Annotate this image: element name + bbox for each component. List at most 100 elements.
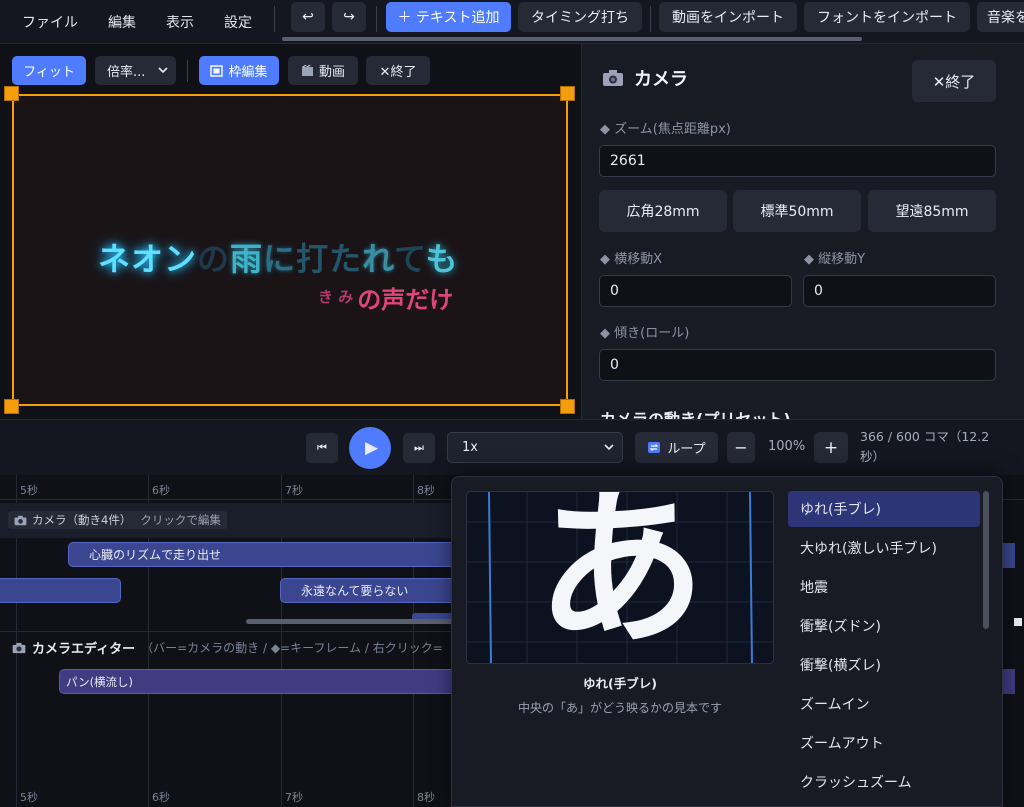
preset-item[interactable]: 衝撃(横ズレ): [788, 647, 980, 683]
roll-field[interactable]: 0: [599, 349, 996, 381]
import-video-button[interactable]: 動画をインポート: [659, 2, 797, 32]
camera-editor-hint: （バー=カメラの動き / ◆=キーフレーム / 右クリック=: [141, 641, 443, 655]
fit-button[interactable]: フィット: [12, 56, 86, 85]
play-button[interactable]: ▶: [349, 427, 391, 469]
menu-file[interactable]: ファイル: [22, 12, 78, 32]
film-icon: [301, 64, 313, 76]
resize-handle-bottom-right[interactable]: [560, 399, 575, 414]
add-text-button[interactable]: ＋ テキスト追加: [386, 2, 511, 32]
ruler-label: 6秒: [152, 484, 170, 497]
camera-close-button[interactable]: ✕終了: [912, 60, 996, 102]
zoom-label: ◆ ズーム(焦点距離px): [600, 118, 731, 137]
preset-preview: あ: [466, 491, 774, 664]
camera-preset-popup: あ ゆれ(手ブレ) 中央の「あ」がどう映るかの見本です ゆれ(手ブレ) 大ゆれ(…: [451, 476, 1003, 807]
pan-y-label: ◆ 縦移動Y: [804, 248, 865, 267]
resize-handle-top-right[interactable]: [560, 86, 575, 101]
preset-item[interactable]: 衝撃(ズドン): [788, 608, 980, 644]
lyric-line-main: ネオンの雨に打たれても: [98, 234, 459, 280]
chevron-down-icon: [158, 67, 168, 74]
camera-panel: カメラ ✕終了 ◆ ズーム(焦点距離px) 2661 広角28mm 標準50mm…: [581, 44, 1024, 419]
zoom-out-button[interactable]: −: [727, 432, 755, 463]
preview-caption: 中央の「あ」がどう映るかの見本です: [517, 701, 722, 715]
speed-select[interactable]: 1x: [447, 432, 623, 463]
lyric-segment: て: [394, 240, 426, 278]
camera-icon: [12, 642, 26, 653]
skip-forward-icon: ⏭: [414, 441, 424, 454]
ruler-label: 8秒: [417, 484, 435, 497]
redo-icon: ↪: [343, 9, 355, 25]
lens-standard-button[interactable]: 標準50mm: [733, 190, 861, 232]
camera-track-label: カメラ（動き4件）: [32, 513, 132, 527]
import-music-button[interactable]: 音楽を: [977, 2, 1024, 32]
lens-tele-button[interactable]: 望遠85mm: [868, 190, 996, 232]
redo-button[interactable]: ↪: [332, 2, 366, 32]
undo-button[interactable]: ↩: [291, 2, 325, 32]
skip-back-icon: ⏮: [317, 441, 327, 454]
preset-item[interactable]: ズームアウト: [788, 725, 980, 761]
lyric-segment: も: [425, 240, 459, 278]
camera-panel-title: カメラ: [634, 69, 688, 90]
preset-item[interactable]: 大ゆれ(激しい手ブレ): [788, 530, 980, 566]
frame-counter: 366 / 600 コマ（12.2秒）: [860, 429, 990, 464]
menu-settings[interactable]: 設定: [224, 12, 252, 32]
prev-frame-button[interactable]: ⏮: [306, 433, 338, 463]
lyric-clip[interactable]: [0, 578, 121, 603]
preset-item[interactable]: 地震: [788, 569, 980, 605]
next-frame-button[interactable]: ⏭: [403, 433, 435, 463]
timing-button[interactable]: タイミング打ち: [518, 2, 642, 32]
ruler-label: 7秒: [285, 484, 303, 497]
lyric-segment: れ: [362, 240, 395, 278]
pan-x-label-text: 横移動X: [614, 252, 663, 267]
frame-edit-button[interactable]: 枠編集: [199, 56, 279, 85]
lyric-sub-text: の声だけ: [357, 286, 454, 314]
preset-item[interactable]: クラッシュズーム: [788, 764, 980, 800]
camera-icon: [603, 70, 623, 86]
lyric-segment: ネオン: [98, 240, 198, 278]
zoom-in-button[interactable]: +: [814, 432, 848, 463]
diamond-icon: ◆: [600, 326, 615, 341]
ruler-label: 5秒: [20, 484, 38, 497]
toolbar-scrollbar[interactable]: [282, 37, 862, 41]
menu-edit[interactable]: 編集: [108, 12, 136, 32]
video-canvas[interactable]: ネオンの雨に打たれても き みの声だけ: [12, 94, 568, 406]
lyric-clip[interactable]: [1003, 543, 1015, 568]
camera-track-header[interactable]: カメラ（動き4件） クリックで編集: [8, 511, 227, 529]
menu-view[interactable]: 表示: [166, 12, 194, 32]
video-button[interactable]: 動画: [288, 56, 358, 85]
lyric-line-sub: き みの声だけ: [318, 280, 453, 315]
preview-character: あ: [535, 491, 706, 664]
lyric-segment: に: [263, 240, 297, 278]
resize-handle-bottom-left[interactable]: [4, 399, 19, 414]
pan-y-field[interactable]: 0: [803, 275, 996, 307]
preset-list-scrollbar[interactable]: [983, 491, 989, 629]
pan-x-field[interactable]: 0: [599, 275, 792, 307]
preview-close-button[interactable]: ✕終了: [366, 56, 430, 85]
loop-icon: [648, 442, 661, 453]
camera-icon: [14, 515, 27, 525]
resize-handle-top-left[interactable]: [4, 86, 19, 101]
preset-item[interactable]: ゆれ(手ブレ): [788, 491, 980, 527]
lyric-ruby: き み: [318, 288, 354, 306]
zoom-select[interactable]: 倍率...: [95, 56, 176, 85]
video-label: 動画: [318, 65, 345, 80]
camera-editor-title: カメラエディター: [32, 642, 136, 657]
lens-wide-button[interactable]: 広角28mm: [599, 190, 727, 232]
zoom-label-text: ズーム(焦点距離px): [614, 122, 731, 137]
preset-item[interactable]: ズームイン: [788, 686, 980, 722]
roll-label: ◆ 傾き(ロール): [600, 322, 689, 341]
import-font-button[interactable]: フォントをインポート: [804, 2, 970, 32]
preset-heading: カメラの動き(プリセット): [600, 406, 791, 419]
zoom-field[interactable]: 2661: [599, 145, 996, 177]
lyric-clip[interactable]: 心臓のリズムで走り出せ: [68, 542, 468, 567]
diamond-icon: ◆: [600, 122, 615, 137]
lyric-segment: 雨: [230, 240, 264, 278]
lyric-clip[interactable]: 永遠なんて要らない: [280, 578, 470, 603]
loop-button[interactable]: ループ: [635, 432, 718, 463]
camera-move-clip[interactable]: パン(横流し): [59, 669, 459, 694]
diamond-icon: ◆: [804, 252, 819, 267]
timeline-scrollbar[interactable]: [246, 619, 456, 624]
lyric-segment: の: [197, 240, 231, 278]
pan-y-label-text: 縦移動Y: [818, 252, 866, 267]
frame-edit-label: 枠編集: [228, 65, 268, 80]
camera-move-clip[interactable]: [1003, 669, 1015, 694]
